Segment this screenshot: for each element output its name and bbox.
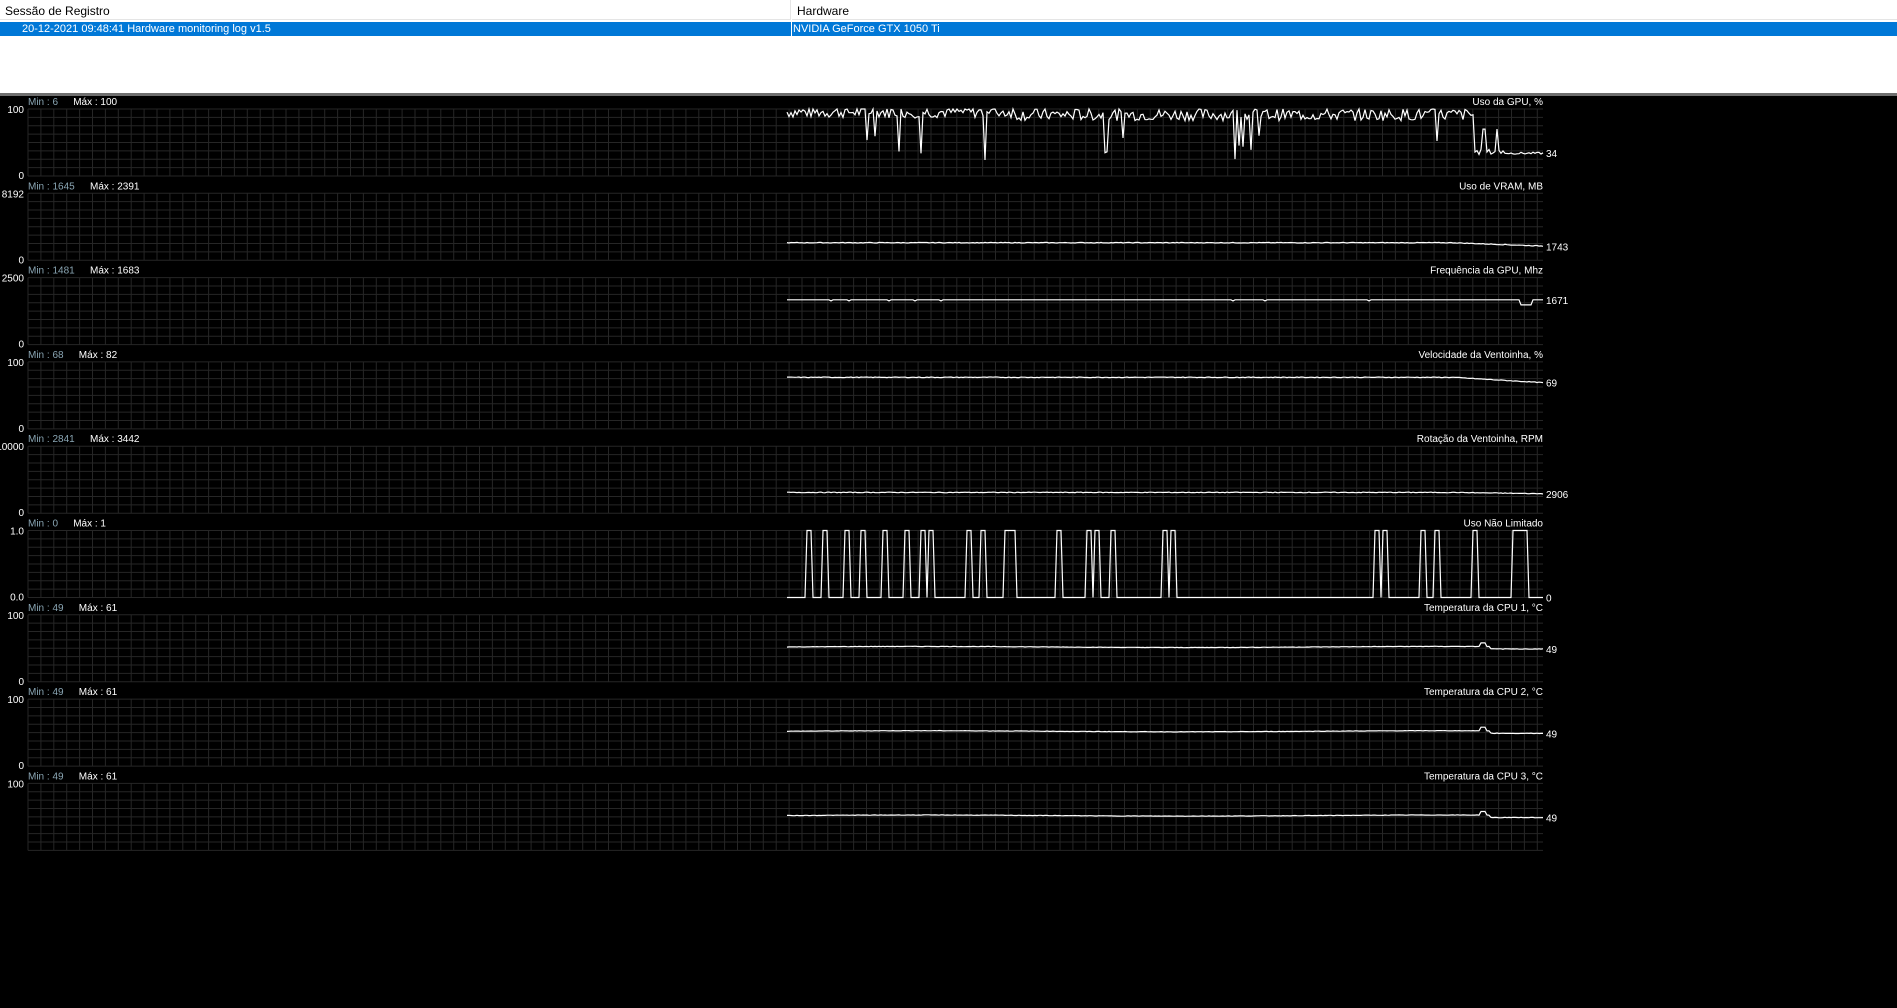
y-axis-max: 10000 (0, 442, 24, 453)
min-label: Min : 1481 (28, 266, 75, 277)
series-line (787, 376, 1544, 384)
max-label: Máx : 61 (79, 603, 118, 614)
y-axis-max: 100 (7, 358, 24, 369)
y-axis-min: 0 (18, 424, 24, 435)
current-value: 49 (1546, 729, 1558, 740)
series-line (786, 241, 1544, 247)
graph-2[interactable]: Min : 1645 Máx : 2391 Uso de VRAM, MB 8192 0… (2, 181, 1569, 266)
max-label: Máx : 1683 (90, 266, 140, 277)
log-session-table: Sessão de Registro Hardware 20-12-2021 0… (0, 0, 1897, 93)
min-label: Min : 6 (28, 97, 58, 108)
graph-6[interactable]: Min : 0 Máx : 1 Uso Não Limitado 1.0 0.0 0 (10, 519, 1552, 605)
max-label: Máx : 61 (79, 687, 118, 698)
max-label: Máx : 1 (73, 519, 106, 530)
current-value: 49 (1546, 814, 1558, 825)
graph-title: Temperatura da CPU 1, °C (1424, 603, 1543, 614)
session-cell[interactable]: 20-12-2021 09:48:41 Hardware monitoring … (22, 22, 271, 36)
graph-title: Uso Não Limitado (1464, 519, 1544, 530)
current-value: 1743 (1546, 242, 1569, 253)
min-label: Min : 49 (28, 603, 64, 614)
graph-title: Rotação da Ventoinha, RPM (1417, 434, 1543, 445)
min-label: Min : 0 (28, 519, 58, 530)
y-axis-min: 0 (18, 340, 24, 351)
y-axis-max: 2500 (2, 274, 25, 285)
graph-1[interactable]: Min : 6 Máx : 100 Uso da GPU, % 100 0 34 (7, 97, 1557, 182)
min-label: Min : 49 (28, 771, 64, 782)
graph-8[interactable]: Min : 49 Máx : 61 Temperatura da CPU 2, °C… (7, 687, 1557, 772)
y-axis-min: 0 (18, 255, 24, 266)
column-header-session[interactable]: Sessão de Registro (0, 0, 791, 20)
min-label: Min : 2841 (28, 434, 75, 445)
graph-title: Uso de VRAM, MB (1459, 181, 1543, 192)
min-label: Min : 68 (28, 350, 64, 361)
y-axis-max: 8192 (2, 189, 25, 200)
graph-9[interactable]: Min : 49 Máx : 61 Temperatura da CPU 3, °C… (7, 771, 1558, 851)
column-header-hardware[interactable]: Hardware (792, 0, 1897, 20)
graph-7[interactable]: Min : 49 Máx : 61 Temperatura da CPU 1, °C… (7, 603, 1557, 688)
max-label: Máx : 82 (79, 350, 118, 361)
graph-title: Velocidade da Ventoinha, % (1418, 350, 1543, 361)
y-axis-max: 1.0 (10, 527, 24, 538)
y-axis-min: 0.0 (10, 593, 24, 604)
column-divider (791, 22, 792, 36)
y-axis-max: 100 (7, 105, 24, 116)
hardware-cell[interactable]: NVIDIA GeForce GTX 1050 Ti (793, 22, 940, 36)
y-axis-max: 100 (7, 779, 24, 790)
series-line (787, 491, 1544, 495)
current-value: 0 (1546, 594, 1552, 605)
max-label: Máx : 2391 (90, 181, 140, 192)
y-axis-max: 100 (7, 611, 24, 622)
current-value: 1671 (1546, 296, 1569, 307)
y-axis-min: 0 (18, 171, 24, 182)
max-label: Máx : 61 (79, 771, 118, 782)
graph-3[interactable]: Min : 1481 Máx : 1683 Frequência da GPU, M… (2, 266, 1569, 351)
min-label: Min : 1645 (28, 181, 75, 192)
table-row[interactable] (0, 22, 1897, 36)
min-label: Min : 49 (28, 687, 64, 698)
current-value: 34 (1546, 149, 1558, 160)
y-axis-min: 0 (18, 677, 24, 688)
graph-4[interactable]: Min : 68 Máx : 82 Velocidade da Ventoinha,… (7, 350, 1557, 435)
graph-title: Frequência da GPU, Mhz (1430, 266, 1543, 277)
max-label: Máx : 100 (73, 97, 117, 108)
current-value: 69 (1546, 379, 1558, 390)
graph-5[interactable]: Min : 2841 Máx : 3442 Rotação da Ventoinha… (0, 434, 1569, 519)
graphs-svg: Min : 6 Máx : 100 Uso da GPU, %100034Min :… (0, 97, 1569, 851)
y-axis-max: 100 (7, 695, 24, 706)
graph-title: Temperatura da CPU 2, °C (1424, 687, 1543, 698)
current-value: 2906 (1546, 490, 1569, 501)
y-axis-min: 0 (18, 508, 24, 519)
graph-title: Temperatura da CPU 3, °C (1424, 771, 1543, 782)
monitoring-graphs-panel: Min : 6 Máx : 100 Uso da GPU, % 100 0 34 Min :… (0, 96, 1897, 1003)
graph-title: Uso da GPU, % (1472, 97, 1543, 108)
current-value: 49 (1546, 645, 1558, 656)
max-label: Máx : 3442 (90, 434, 140, 445)
y-axis-min: 0 (18, 761, 24, 772)
